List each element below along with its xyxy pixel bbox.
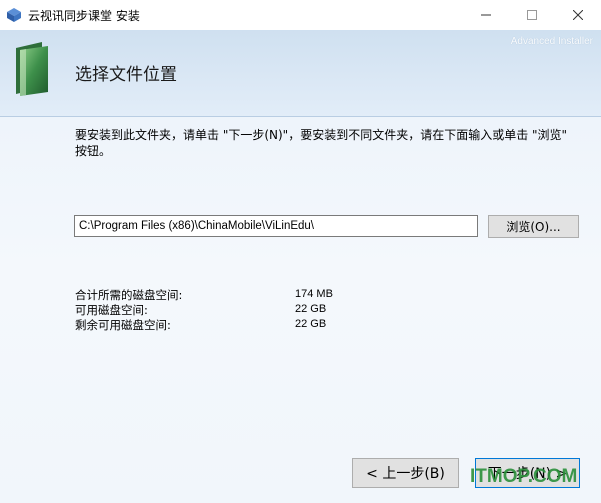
remaining-space-value: 22 GB	[295, 318, 327, 330]
install-path-input[interactable]	[74, 215, 478, 237]
title-bar: 云视讯同步课堂 安装	[0, 0, 601, 30]
minimize-button[interactable]	[463, 0, 509, 30]
close-button[interactable]	[555, 0, 601, 30]
page-title: 选择文件位置	[75, 65, 177, 85]
watermark: ITMOP.COM	[470, 466, 578, 487]
available-space-value: 22 GB	[295, 303, 327, 315]
instruction-text: 要安装到此文件夹，请单击 "下一步(N)"，要安装到不同文件夹，请在下面输入或单…	[75, 128, 568, 158]
installer-app-icon	[7, 8, 21, 22]
maximize-icon	[527, 10, 537, 20]
minimize-icon	[481, 14, 491, 16]
brand-label: Advanced Installer	[510, 36, 593, 47]
back-button[interactable]: < 上一步(B)	[352, 458, 459, 488]
browse-button[interactable]: 浏览(O)...	[488, 215, 579, 238]
remaining-space-label: 剩余可用磁盘空间:	[75, 318, 171, 332]
close-icon	[573, 10, 583, 20]
required-space-label: 合计所需的磁盘空间:	[75, 288, 183, 302]
available-space-label: 可用磁盘空间:	[75, 303, 148, 317]
maximize-button[interactable]	[509, 0, 555, 30]
window-title: 云视讯同步课堂 安装	[28, 9, 140, 23]
folder-icon	[16, 42, 48, 96]
required-space-value: 174 MB	[295, 288, 333, 300]
